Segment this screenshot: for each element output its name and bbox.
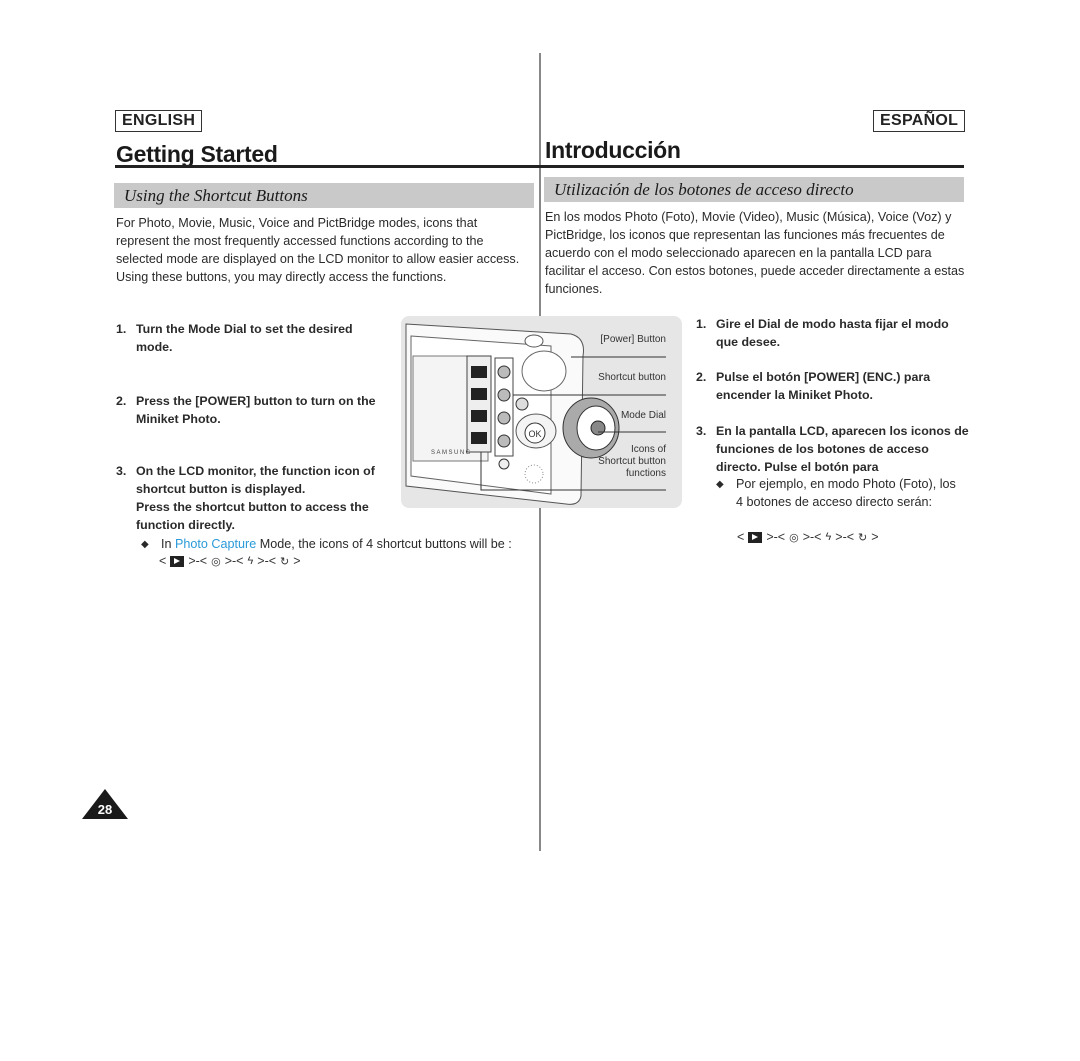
ejemplo-note: ◆ Por ejemplo, en modo Photo (Foto), los…	[716, 476, 966, 511]
note-prefix: In	[161, 537, 176, 551]
flash-off-icon: ϟ	[825, 531, 832, 543]
language-label-spanish: ESPAÑOL	[873, 110, 966, 132]
icons-functions-label: Icons of Shortcut button functions	[598, 444, 666, 480]
page-title-english: Getting Started	[116, 141, 278, 167]
shortcut-icon-sequence-english: < >-< ◎ >-< ϟ >-< ↻ >	[159, 554, 301, 568]
step-number: 1.	[696, 317, 707, 331]
macro-eye-icon: ◎	[789, 531, 799, 544]
ok-label: OK	[528, 429, 541, 439]
paso-1: 1. Gire el Dial de modo hasta fijar el m…	[696, 315, 966, 351]
self-timer-icon: ↻	[858, 531, 868, 544]
icons-label-line2: Shortcut button	[598, 456, 666, 467]
diamond-bullet-icon: ◆	[141, 539, 149, 550]
icons-label-line1: Icons of	[630, 444, 666, 455]
step-2: 2. Press the [POWER] button to turn on t…	[116, 392, 391, 428]
bracket-close: >	[293, 554, 301, 568]
step-text-line1: On the LCD monitor, the function icon of…	[136, 464, 375, 496]
paso-2: 2. Pulse el botón [POWER] (ENC.) para en…	[696, 368, 966, 404]
diamond-bullet-icon: ◆	[716, 479, 724, 490]
page-title-spanish: Introducción	[545, 137, 681, 163]
title-rule	[115, 165, 540, 168]
page-number: 28	[97, 802, 113, 817]
playback-icon	[170, 555, 185, 567]
step-text: Press the [POWER] button to turn on the …	[136, 394, 376, 426]
step-text: En la pantalla LCD, aparecen los iconos …	[716, 424, 969, 474]
bracket-close: >	[871, 530, 879, 544]
paso-3: 3. En la pantalla LCD, aparecen los icon…	[696, 422, 971, 476]
mode-dial-label: Mode Dial	[620, 410, 666, 421]
separator: >-<	[188, 554, 208, 568]
bracket-open: <	[737, 530, 745, 544]
step-number: 3.	[116, 464, 127, 478]
step-text: On the LCD monitor, the function icon of…	[136, 462, 406, 534]
separator: >-<	[224, 554, 244, 568]
separator: >-<	[802, 530, 822, 544]
separator: >-<	[766, 530, 786, 544]
step-text: Pulse el botón [POWER] (ENC.) para encen…	[716, 370, 931, 402]
macro-eye-icon: ◎	[211, 555, 221, 568]
playback-icon	[748, 531, 763, 543]
step-number: 1.	[116, 322, 127, 336]
section-heading-spanish: Utilización de los botones de acceso dir…	[544, 177, 964, 202]
camera-illustration: OK SAMSUNG [Power] Button Shortcut butto…	[401, 316, 682, 508]
flash-off-icon: ϟ	[247, 555, 254, 567]
separator: >-<	[257, 554, 277, 568]
step-text: Turn the Mode Dial to set the desired mo…	[136, 322, 353, 354]
bracket-open: <	[159, 554, 167, 568]
separator: >-<	[835, 530, 855, 544]
step-number: 3.	[696, 424, 707, 438]
step-3: 3. On the LCD monitor, the function icon…	[116, 462, 406, 534]
note-text: Por ejemplo, en modo Photo (Foto), los 4…	[736, 477, 956, 509]
self-timer-icon: ↻	[280, 555, 290, 568]
step-1: 1. Turn the Mode Dial to set the desired…	[116, 320, 391, 356]
shortcut-button-label: Shortcut button	[598, 372, 666, 383]
note-text: In Photo Capture Mode, the icons of 4 sh…	[161, 536, 512, 554]
step-text-line2: Press the shortcut button to access the …	[136, 500, 369, 532]
step-number: 2.	[696, 370, 707, 384]
language-label-english: ENGLISH	[115, 110, 203, 132]
brand-label: SAMSUNG	[431, 450, 472, 456]
title-rule	[539, 165, 964, 168]
photo-capture-note: ◆ In Photo Capture Mode, the icons of 4 …	[141, 536, 541, 554]
section-heading-english: Using the Shortcut Buttons	[114, 183, 534, 208]
intro-paragraph-english: For Photo, Movie, Music, Voice and PictB…	[116, 216, 520, 284]
note-suffix: Mode, the icons of 4 shortcut buttons wi…	[256, 537, 512, 551]
power-button-label: [Power] Button	[600, 334, 666, 345]
icons-label-line3: functions	[625, 468, 666, 479]
step-number: 2.	[116, 394, 127, 408]
shortcut-icon-sequence-spanish: < >-< ◎ >-< ϟ >-< ↻ >	[737, 530, 879, 544]
intro-paragraph-spanish: En los modos Photo (Foto), Movie (Video)…	[545, 210, 965, 296]
photo-capture-link: Photo Capture	[175, 537, 257, 551]
step-text: Gire el Dial de modo hasta fijar el modo…	[716, 317, 949, 349]
